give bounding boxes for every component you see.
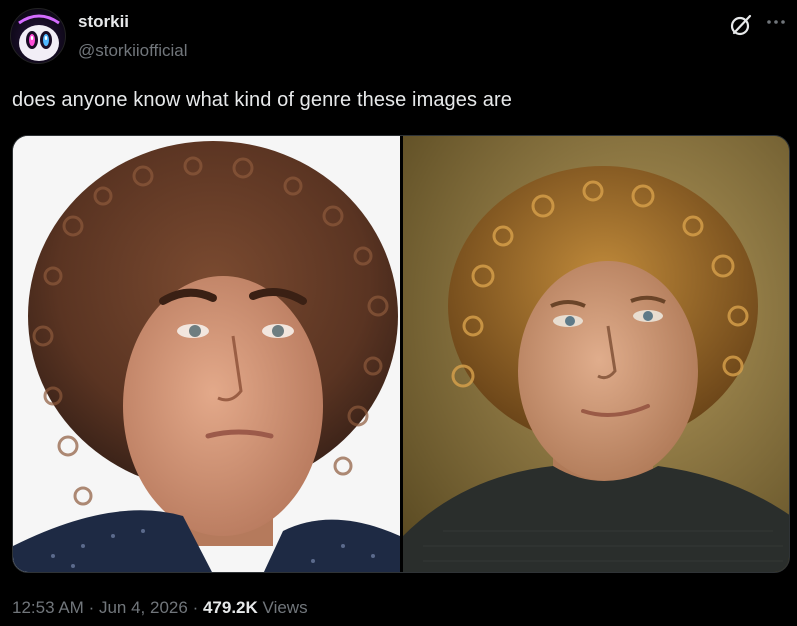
grok-icon[interactable] <box>728 12 754 38</box>
meta-separator-2: · <box>192 598 199 617</box>
tweet-meta: 12:53 AM · Jun 4, 2026 · 479.2K Views <box>12 598 308 618</box>
avatar[interactable] <box>10 8 66 64</box>
views-label: Views <box>262 598 308 617</box>
views-count[interactable]: 479.2K <box>203 598 258 617</box>
tweet-text: does anyone know what kind of genre thes… <box>12 89 512 111</box>
timestamp-date[interactable]: Jun 4, 2026 <box>99 598 188 617</box>
media-grid <box>12 135 790 573</box>
display-name[interactable]: storkii <box>78 12 129 32</box>
photo-2[interactable] <box>403 136 789 572</box>
meta-separator: · <box>88 598 95 617</box>
handle[interactable]: @storkiiofficial <box>78 41 188 61</box>
photo-1[interactable] <box>13 136 400 572</box>
more-icon[interactable] <box>764 10 788 34</box>
tweet: storkii @storkiiofficial does anyone kno… <box>0 0 797 626</box>
timestamp-time[interactable]: 12:53 AM <box>12 598 84 617</box>
avatar-image <box>18 14 60 61</box>
